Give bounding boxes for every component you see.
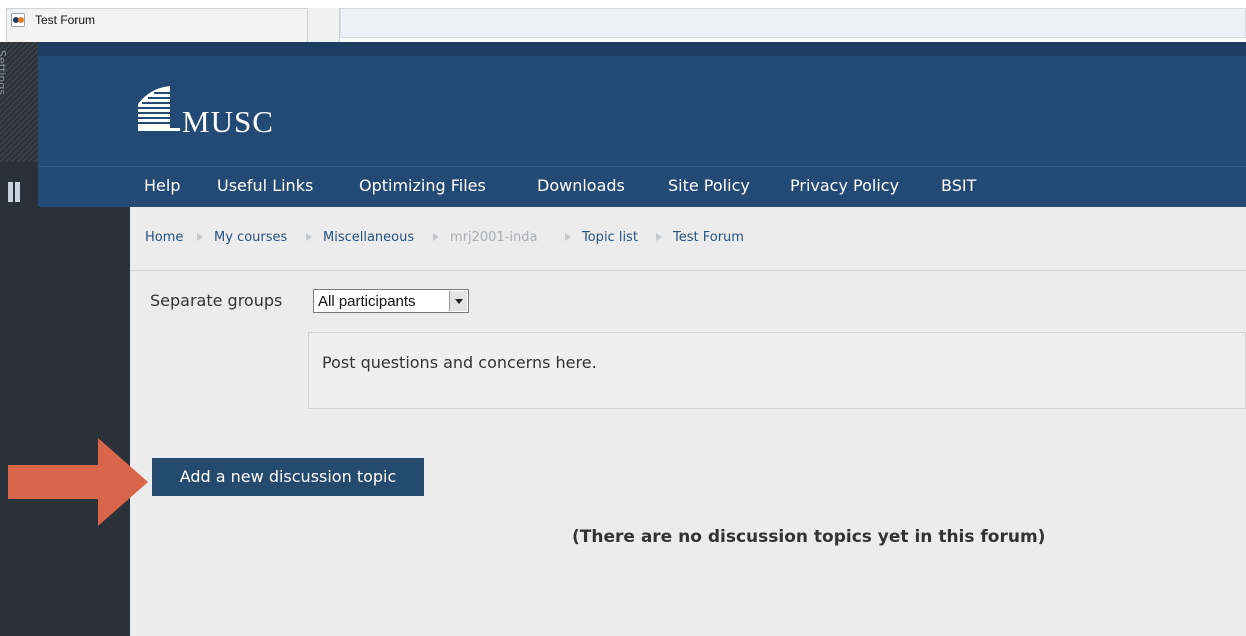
breadcrumb: Home My courses Miscellaneous mrj2001-in… xyxy=(130,207,1246,271)
breadcrumb-separator-icon xyxy=(433,233,439,241)
forum-intro: Post questions and concerns here. xyxy=(308,332,1246,409)
block-region xyxy=(38,207,130,636)
breadcrumb-test-forum[interactable]: Test Forum xyxy=(673,230,744,245)
breadcrumb-topic-list[interactable]: Topic list xyxy=(582,230,638,245)
add-discussion-button[interactable]: Add a new discussion topic xyxy=(152,458,424,496)
main-content: Home My courses Miscellaneous mrj2001-in… xyxy=(130,207,1246,636)
breadcrumb-separator-icon xyxy=(197,233,203,241)
breadcrumb-separator-icon xyxy=(656,233,662,241)
breadcrumb-course: mrj2001-inda xyxy=(450,230,538,245)
nav-downloads[interactable]: Downloads xyxy=(537,176,625,195)
site-header: MUSC xyxy=(38,42,1246,166)
nav-optimizing-files[interactable]: Optimizing Files xyxy=(359,176,486,195)
nav-privacy-policy[interactable]: Privacy Policy xyxy=(790,176,899,195)
nav-bsit[interactable]: BSIT xyxy=(941,176,976,195)
building-logo-icon xyxy=(138,86,180,131)
empty-forum-message: (There are no discussion topics yet in t… xyxy=(572,527,1046,547)
browser-toolbar xyxy=(340,8,1246,38)
breadcrumb-separator-icon xyxy=(306,233,312,241)
browser-tab-title: Test Forum xyxy=(35,13,96,27)
group-select-value: All participants xyxy=(318,293,416,310)
pointer-arrow-icon xyxy=(8,438,148,526)
group-select[interactable]: All participants xyxy=(313,289,469,313)
breadcrumb-my-courses[interactable]: My courses xyxy=(214,230,287,245)
chevron-down-icon[interactable] xyxy=(449,291,467,311)
dock-handle-icon[interactable] xyxy=(8,182,22,202)
browser-tab-bar: Test Forum xyxy=(0,0,1246,42)
side-rail-label[interactable]: Settings xyxy=(0,50,8,95)
browser-tab[interactable]: Test Forum xyxy=(6,8,308,42)
logo-text: MUSC xyxy=(182,104,274,139)
forum-intro-text: Post questions and concerns here. xyxy=(322,353,597,372)
nav-useful-links[interactable]: Useful Links xyxy=(217,176,313,195)
breadcrumb-miscellaneous[interactable]: Miscellaneous xyxy=(323,230,414,245)
nav-site-policy[interactable]: Site Policy xyxy=(668,176,750,195)
breadcrumb-home[interactable]: Home xyxy=(145,230,183,245)
new-tab-button[interactable] xyxy=(308,8,340,42)
site-favicon-icon xyxy=(11,13,25,27)
nav-help[interactable]: Help xyxy=(144,176,180,195)
group-mode-label: Separate groups xyxy=(150,291,283,310)
main-nav: Help Useful Links Optimizing Files Downl… xyxy=(38,166,1246,207)
breadcrumb-separator-icon xyxy=(565,233,571,241)
